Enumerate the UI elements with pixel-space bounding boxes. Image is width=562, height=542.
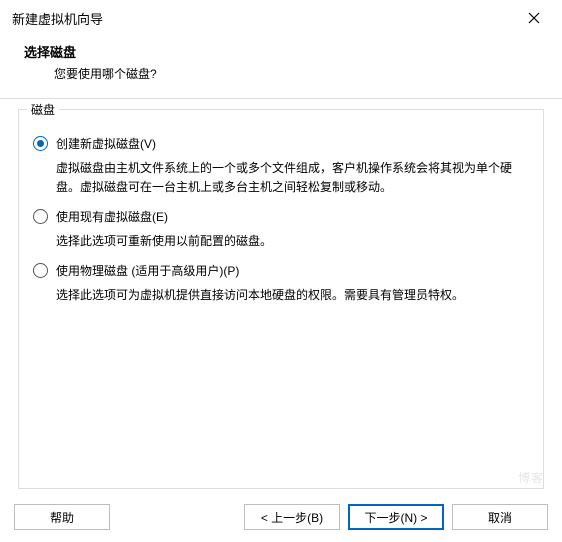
option-description: 虚拟磁盘由主机文件系统上的一个或多个文件组成，客户机操作系统会将其视为单个硬盘。… (56, 159, 525, 197)
option-create-new-disk[interactable]: 创建新虚拟磁盘(V) (33, 136, 529, 153)
wizard-body: 磁盘 创建新虚拟磁盘(V) 虚拟磁盘由主机文件系统上的一个或多个文件组成，客户机… (0, 99, 562, 494)
wizard-dialog: 新建虚拟机向导 选择磁盘 您要使用哪个磁盘? 磁盘 创建新虚拟磁盘(V) 虚拟磁… (0, 0, 562, 542)
option-label[interactable]: 使用现有虚拟磁盘(E) (56, 209, 168, 226)
titlebar: 新建虚拟机向导 (0, 0, 562, 36)
option-use-existing-disk[interactable]: 使用现有虚拟磁盘(E) (33, 209, 529, 226)
option-description: 选择此选项可为虚拟机提供直接访问本地硬盘的权限。需要具有管理员特权。 (56, 286, 525, 305)
cancel-button[interactable]: 取消 (452, 504, 548, 530)
next-button[interactable]: 下一步(N) > (348, 504, 444, 530)
option-use-physical-disk[interactable]: 使用物理磁盘 (适用于高级用户)(P) (33, 263, 529, 280)
help-button[interactable]: 帮助 (14, 504, 110, 530)
option-label[interactable]: 使用物理磁盘 (适用于高级用户)(P) (56, 263, 239, 280)
radio-use-physical-disk[interactable] (33, 263, 48, 278)
radio-create-new-disk[interactable] (33, 136, 48, 151)
radio-use-existing-disk[interactable] (33, 209, 48, 224)
close-icon (528, 12, 540, 24)
fieldset-legend: 磁盘 (27, 101, 59, 118)
option-description: 选择此选项可重新使用以前配置的磁盘。 (56, 232, 525, 251)
wizard-footer: 帮助 < 上一步(B) 下一步(N) > 取消 (0, 494, 562, 542)
page-title: 选择磁盘 (24, 42, 542, 61)
option-label[interactable]: 创建新虚拟磁盘(V) (56, 136, 156, 153)
wizard-header: 选择磁盘 您要使用哪个磁盘? (0, 36, 562, 98)
page-subtitle: 您要使用哪个磁盘? (24, 65, 542, 82)
disk-fieldset: 磁盘 创建新虚拟磁盘(V) 虚拟磁盘由主机文件系统上的一个或多个文件组成，客户机… (18, 109, 544, 489)
window-title: 新建虚拟机向导 (12, 9, 103, 28)
close-button[interactable] (516, 6, 552, 30)
back-button[interactable]: < 上一步(B) (244, 504, 340, 530)
